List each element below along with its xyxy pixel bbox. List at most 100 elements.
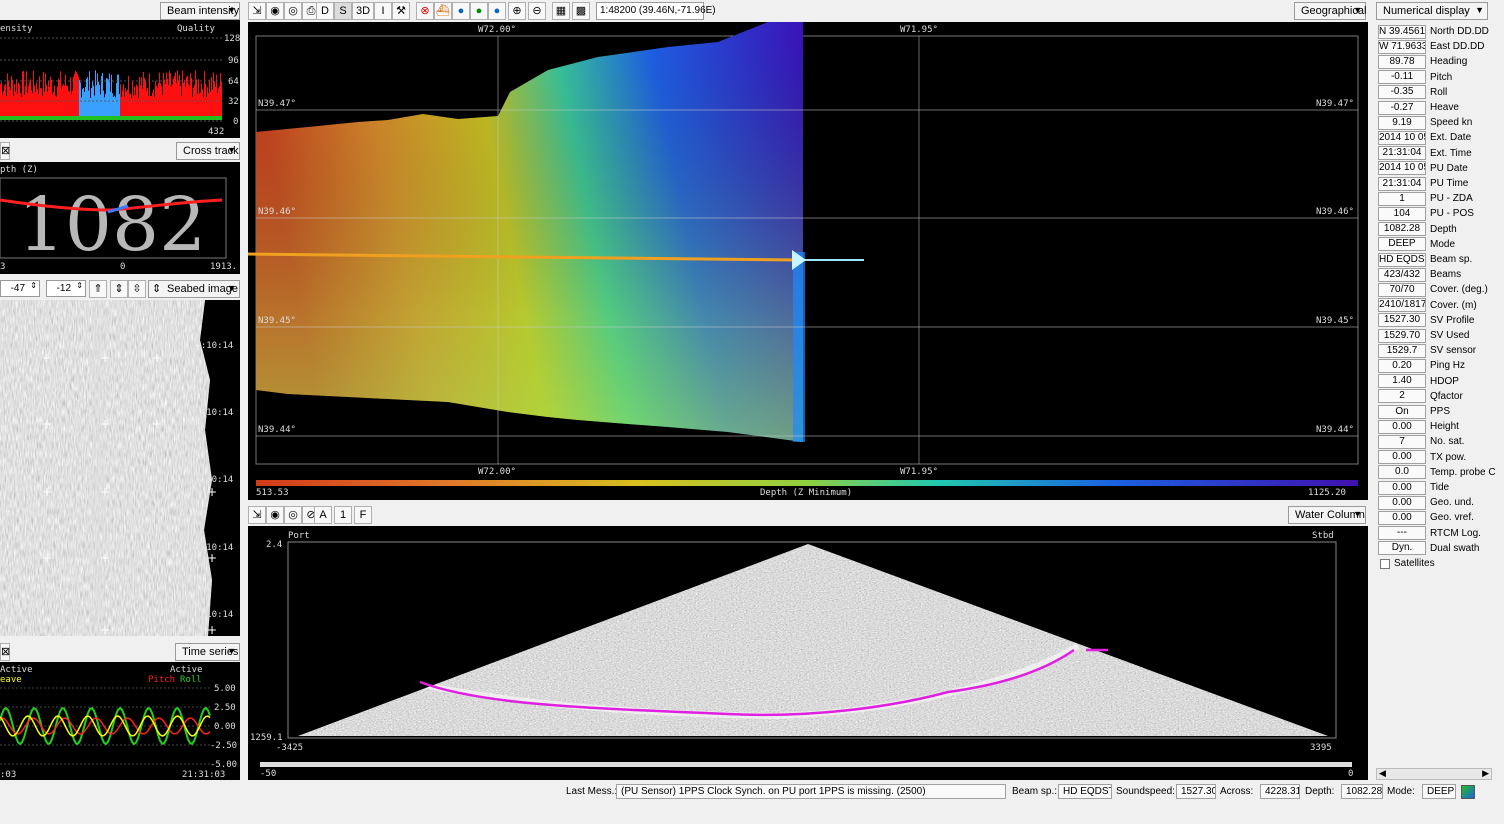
measure-tool-icon[interactable]: ⇲	[248, 2, 266, 20]
edit-tool-icon[interactable]: ⚒	[392, 2, 410, 20]
beam-intensity-bar	[59, 79, 60, 120]
beam-intensity-bar	[103, 90, 104, 120]
scroll-left-icon[interactable]: ◀	[1379, 768, 1386, 779]
svg-text:+: +	[207, 551, 217, 565]
scale-readout: 1:48200 (39.46N,-71.96E)	[596, 2, 716, 20]
palette-icon[interactable]: ◉	[266, 2, 284, 20]
seabed-expand-icon[interactable]: ⇕	[110, 280, 128, 298]
seabed-compress-icon[interactable]: ⇳	[128, 280, 146, 298]
scroll-right-icon[interactable]: ▶	[1482, 768, 1489, 779]
beam-intensity-bar	[183, 82, 184, 120]
beam-intensity-bar	[215, 86, 216, 120]
numerical-label: PU - POS	[1430, 208, 1474, 220]
timeseries-tool-icon[interactable]: ⊠	[0, 643, 10, 661]
numerical-display-combo[interactable]: Numerical display	[1376, 2, 1488, 20]
numerical-row: 104 PU - POS	[1378, 206, 1474, 221]
numerical-value: 2014 10 05	[1378, 130, 1426, 145]
beam-intensity-bar	[120, 84, 121, 120]
beam-intensity-bar	[156, 85, 157, 120]
beam-intensity-bar	[178, 80, 179, 120]
view-d-button[interactable]: D	[316, 2, 334, 20]
view-i-button[interactable]: I	[374, 2, 392, 20]
satellites-checkbox[interactable]	[1380, 558, 1390, 569]
seabed-arrow-up-icon[interactable]: ⇑	[89, 280, 107, 298]
beam-intensity-bar	[91, 87, 92, 120]
status-depth: 1082.28	[1341, 784, 1383, 799]
beam-intensity-bar	[16, 79, 17, 120]
wc-stbd-label: Stbd	[1312, 531, 1334, 541]
numerical-label: SV Profile	[1430, 314, 1475, 326]
cross-track-combo[interactable]: Cross track	[176, 142, 240, 160]
geographical-combo[interactable]: Geographical	[1294, 2, 1366, 20]
beam-intensity-bar	[89, 71, 90, 120]
ship-icon[interactable]: ⛴	[434, 2, 452, 20]
beam-intensity-bar	[146, 90, 147, 120]
numerical-label: Cover. (deg.)	[1430, 284, 1488, 296]
view-3d-button[interactable]: 3D	[352, 2, 374, 20]
satellites-row[interactable]: Satellites	[1380, 558, 1435, 569]
numerical-hscrollbar[interactable]: ◀ ▶	[1376, 768, 1492, 780]
wc-measure-icon[interactable]: ⇲	[248, 506, 266, 524]
beam-intensity-bar	[47, 91, 48, 120]
numerical-value: 70/70	[1378, 282, 1426, 297]
wc-text-one-icon[interactable]: 1	[334, 506, 352, 524]
beam-intensity-bar	[95, 70, 96, 120]
ts-active-right: Active	[170, 665, 203, 675]
beam-intensity-bar	[18, 82, 19, 120]
target-icon[interactable]: ⊗	[416, 2, 434, 20]
globe-2-icon[interactable]: ●	[470, 2, 488, 20]
numerical-row: HD EQDST Beam sp.	[1378, 252, 1472, 267]
svg-text:+: +	[42, 351, 52, 365]
wc-text-f-icon[interactable]: F	[354, 506, 372, 524]
beam-intensity-bar	[193, 87, 194, 120]
numerical-value: 0.00	[1378, 419, 1426, 434]
beam-intensity-bar	[10, 90, 11, 120]
numerical-row: 2410/1817 Cover. (m)	[1378, 298, 1477, 313]
seabed-time-4: 05:10:14	[190, 610, 233, 620]
beam-intensity-bar	[137, 86, 138, 120]
wc-palette-icon[interactable]: ◉	[266, 506, 284, 524]
numerical-row: 2014 10 05 Ext. Date	[1378, 130, 1471, 145]
numerical-row: DEEP Mode	[1378, 237, 1455, 252]
numerical-label: Heave	[1430, 102, 1459, 113]
timeseries-combo[interactable]: Time series	[175, 643, 240, 661]
wc-text-a-icon[interactable]: A	[314, 506, 332, 524]
seabed-spin-1[interactable]: -47 ⇕	[0, 280, 40, 297]
map-top-lon-left: W72.00°	[478, 25, 516, 35]
cross-track-tool-icon[interactable]: ⊠	[0, 142, 10, 160]
beam-intensity-bar	[118, 74, 119, 120]
beam-intensity-bar	[153, 89, 154, 120]
water-column-combo[interactable]: Water Column	[1288, 506, 1366, 524]
beam-intensity-bar	[166, 72, 167, 120]
wc-scrollbar[interactable]	[260, 762, 1352, 767]
numerical-row: 89.78 Heading	[1378, 54, 1467, 69]
beam-intensity-bar	[61, 88, 62, 120]
beam-intensity-bar	[160, 83, 161, 120]
view-s-button[interactable]: S	[334, 2, 352, 20]
zoom-out-icon[interactable]: ⊖	[528, 2, 546, 20]
beam-intensity-bar	[74, 73, 75, 120]
globe-3-icon[interactable]: ●	[488, 2, 506, 20]
numerical-label: PU - ZDA	[1430, 193, 1473, 205]
numerical-row: 0.00 Tide	[1378, 480, 1449, 495]
zoom-in-icon[interactable]: ⊕	[508, 2, 526, 20]
numerical-label: TX pow.	[1430, 451, 1467, 463]
beam-intensity-bar	[85, 86, 86, 120]
layers-icon[interactable]: ▦	[552, 2, 570, 20]
globe-icon[interactable]: ●	[452, 2, 470, 20]
beam-intensity-bar	[189, 85, 190, 120]
seabed-image-combo[interactable]: ⇕ Seabed image	[148, 280, 240, 298]
beam-intensity-header-right: Quality	[177, 24, 216, 34]
seabed-spin-2[interactable]: -12 ⇕	[46, 280, 86, 297]
wc-palette-2-icon[interactable]: ◎	[284, 506, 302, 524]
color-map-icon[interactable]: ▩	[572, 2, 590, 20]
numerical-row: 21:31:04 PU Time	[1378, 176, 1468, 191]
map-lat-2-right: N39.45°	[1316, 316, 1354, 326]
beam-intensity-bar	[188, 83, 189, 120]
beam-intensity-bar	[49, 86, 50, 120]
status-map-icon[interactable]	[1461, 785, 1475, 799]
numerical-row: 1527.30 SV Profile	[1378, 313, 1474, 328]
beam-intensity-combo[interactable]: Beam intensity	[160, 2, 240, 20]
wc-port-label: Port	[288, 531, 310, 541]
palette-2-icon[interactable]: ◎	[284, 2, 302, 20]
